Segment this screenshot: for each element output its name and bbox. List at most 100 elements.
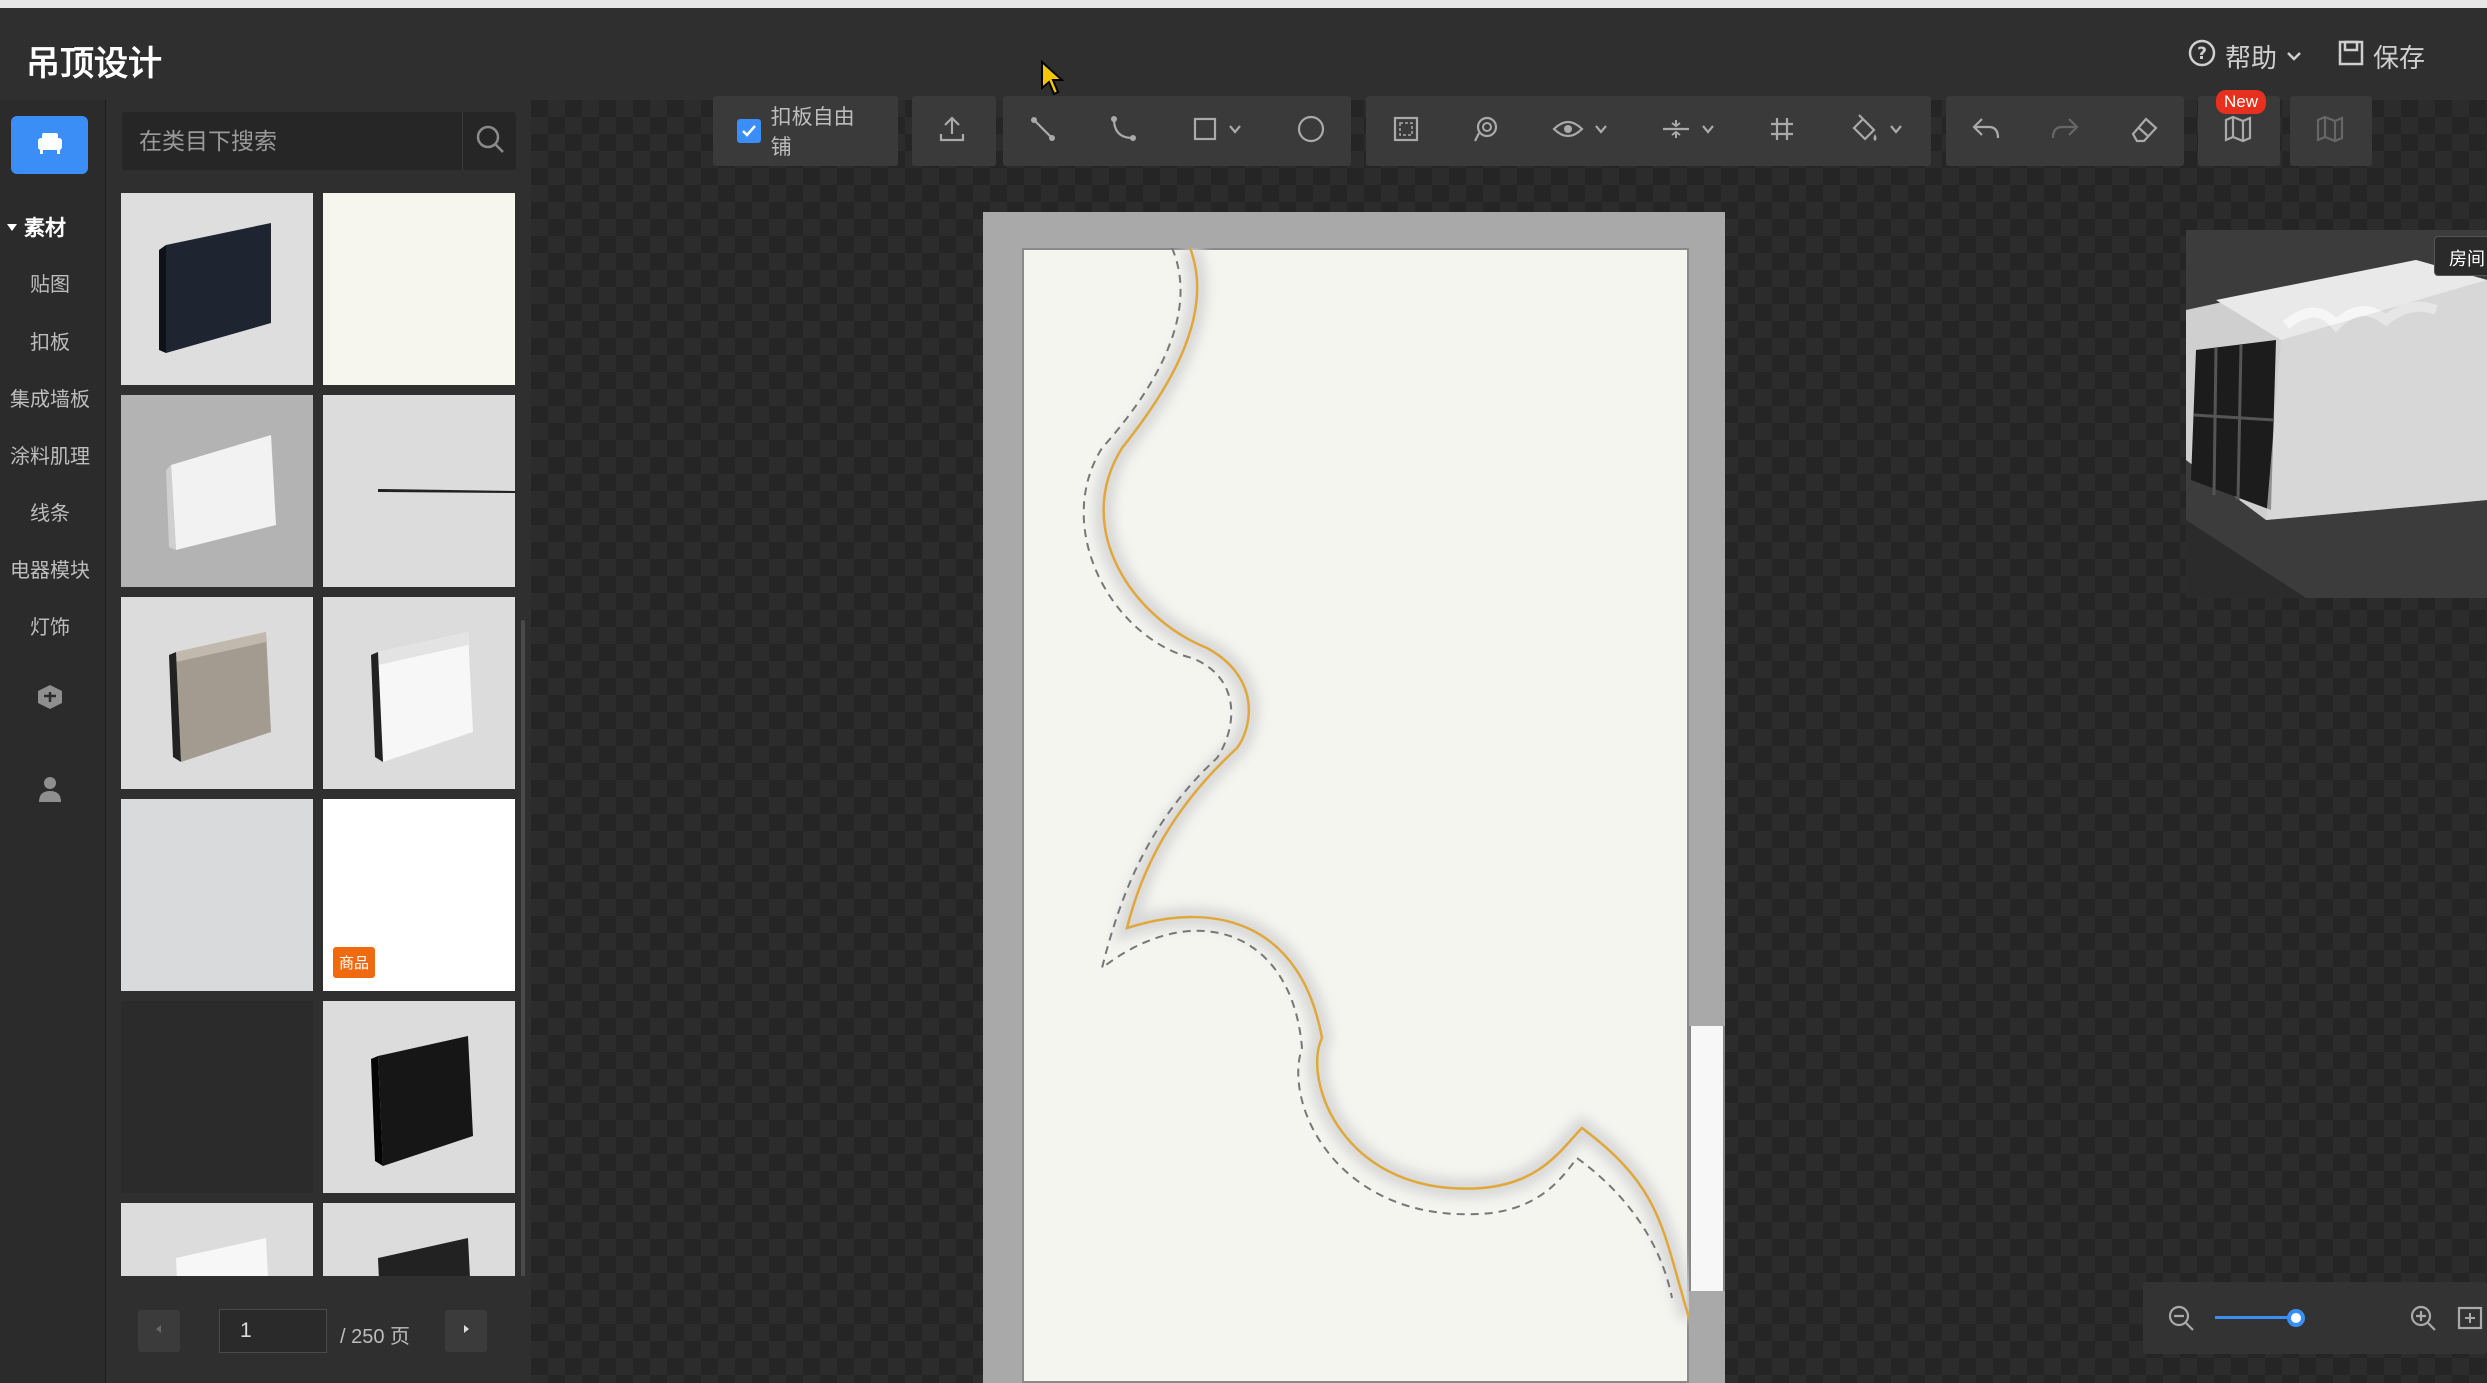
align-icon [1661, 117, 1691, 146]
chevron-down-icon [1594, 122, 1608, 141]
circle-icon [1296, 114, 1326, 149]
paint-button[interactable] [1822, 96, 1930, 166]
box-icon[interactable] [33, 680, 67, 714]
select-area-icon [1391, 114, 1421, 149]
map-icon [2223, 115, 2253, 148]
checkbox-checked-icon [737, 119, 761, 143]
search-input[interactable] [122, 112, 462, 170]
nav-item-line[interactable]: 线条 [0, 497, 100, 526]
undo-button[interactable] [1946, 96, 2025, 166]
new-badge: New [2215, 90, 2266, 114]
circle-tool-button[interactable] [1271, 96, 1351, 166]
chevron-down-icon [1701, 122, 1715, 141]
toolbar-group-view [1366, 96, 1931, 166]
save-button[interactable]: 保存 [2337, 38, 2425, 75]
upload-button[interactable] [912, 96, 992, 166]
thumbnail-item[interactable] [323, 193, 515, 385]
align-button[interactable] [1634, 96, 1742, 166]
redo-icon [2050, 116, 2080, 147]
ceiling-curve-shape[interactable] [1022, 248, 1689, 1383]
nav-item-texture[interactable]: 贴图 [0, 268, 100, 297]
save-label: 保存 [2373, 43, 2426, 73]
thumbnail-item[interactable] [121, 597, 313, 789]
room-tab[interactable]: 房间 [2434, 236, 2487, 276]
toolbar-group-upload [912, 96, 996, 166]
free-tile-toggle[interactable]: 扣板自由铺 [713, 96, 898, 166]
nav-item-paint[interactable]: 涂料肌理 [0, 440, 100, 469]
eraser-icon [2129, 114, 2159, 149]
3d-preview[interactable] [2186, 230, 2487, 598]
thumbnail-item[interactable] [121, 1001, 313, 1193]
line-icon [1028, 114, 1058, 149]
nav-item-electric[interactable]: 电器模块 [0, 554, 100, 583]
toolbar-group-tile: 扣板自由铺 [713, 96, 898, 166]
help-icon: ? [2187, 38, 2217, 75]
redo-button[interactable] [2025, 96, 2104, 166]
product-badge: 商品 [333, 947, 376, 978]
top-border [0, 0, 2487, 8]
rectangle-icon [1192, 116, 1218, 147]
page-number-input[interactable] [219, 1309, 327, 1353]
search-icon [474, 123, 506, 160]
thumbnail-item[interactable]: 商品 [323, 799, 515, 991]
zoom-in-icon[interactable] [2409, 1304, 2437, 1337]
arc-icon [1108, 114, 1138, 149]
fit-view-icon[interactable] [2457, 1304, 2483, 1337]
zoom-out-icon[interactable] [2167, 1304, 2195, 1337]
eraser-button[interactable] [2105, 96, 2184, 166]
help-label: 帮助 [2225, 43, 2278, 73]
thumbnail-grid: 商品 [121, 193, 521, 1376]
chevron-down-icon [1228, 122, 1242, 141]
app-title: 吊顶设计 [26, 45, 162, 83]
line-tool-button[interactable] [1003, 96, 1083, 166]
next-page-button[interactable] [445, 1310, 487, 1352]
grid-button[interactable] [1742, 96, 1822, 166]
thumbnail-item[interactable] [121, 395, 313, 587]
chevron-down-icon [2285, 41, 2303, 72]
material-panel: 商品 [106, 100, 531, 1383]
thumbnail-item[interactable] [121, 799, 313, 991]
thumbnail-item[interactable] [323, 597, 515, 789]
zoom-slider-track[interactable] [2215, 1316, 2295, 1319]
upload-icon [937, 114, 967, 149]
chevron-left-icon [153, 1322, 165, 1340]
toolbar-group-map2 [2290, 96, 2372, 166]
map-view-button[interactable] [2290, 96, 2370, 166]
help-button[interactable]: ? 帮助 [2187, 38, 2303, 75]
search-button[interactable] [462, 112, 516, 170]
save-icon [2337, 39, 2365, 74]
toolbar-group-draw [1003, 96, 1351, 166]
prev-page-button[interactable] [138, 1310, 180, 1352]
nav-section-material[interactable]: 素材 [6, 212, 66, 242]
mouse-cursor [1040, 59, 1065, 101]
nav-item-light[interactable]: 灯饰 [0, 611, 100, 640]
material-library-button[interactable] [11, 116, 88, 174]
eye-icon [1552, 118, 1584, 145]
thumbnail-item[interactable] [121, 193, 313, 385]
map-button[interactable]: New [2198, 90, 2278, 166]
free-tile-label: 扣板自由铺 [770, 106, 855, 159]
category-nav: 素材 贴图 扣板 集成墙板 涂料肌理 线条 电器模块 灯饰 [0, 100, 106, 1383]
toolbar-group-map: New [2198, 90, 2280, 166]
map-icon [2315, 115, 2345, 148]
arc-tool-button[interactable] [1083, 96, 1163, 166]
nav-section-label: 素材 [24, 217, 66, 240]
lasso-button[interactable] [1446, 96, 1526, 166]
zoom-slider-handle[interactable] [2287, 1309, 2305, 1327]
header-bar: 吊顶设计 ? 帮助 保存 [0, 8, 2487, 100]
select-area-button[interactable] [1366, 96, 1446, 166]
search-box [122, 112, 516, 170]
panel-scrollbar[interactable] [521, 620, 525, 1320]
svg-text:?: ? [2197, 44, 2207, 64]
sofa-icon [35, 130, 65, 161]
thumbnail-item[interactable] [323, 1001, 515, 1193]
toolbar-group-history [1946, 96, 2184, 166]
undo-icon [1971, 116, 2001, 147]
nav-item-panel[interactable]: 扣板 [0, 326, 100, 355]
rectangle-tool-button[interactable] [1163, 96, 1271, 166]
door-opening [1689, 1026, 1725, 1291]
user-icon[interactable] [33, 772, 67, 806]
visibility-button[interactable] [1526, 96, 1634, 166]
nav-item-wallboard[interactable]: 集成墙板 [0, 383, 100, 412]
thumbnail-item[interactable] [323, 395, 515, 587]
